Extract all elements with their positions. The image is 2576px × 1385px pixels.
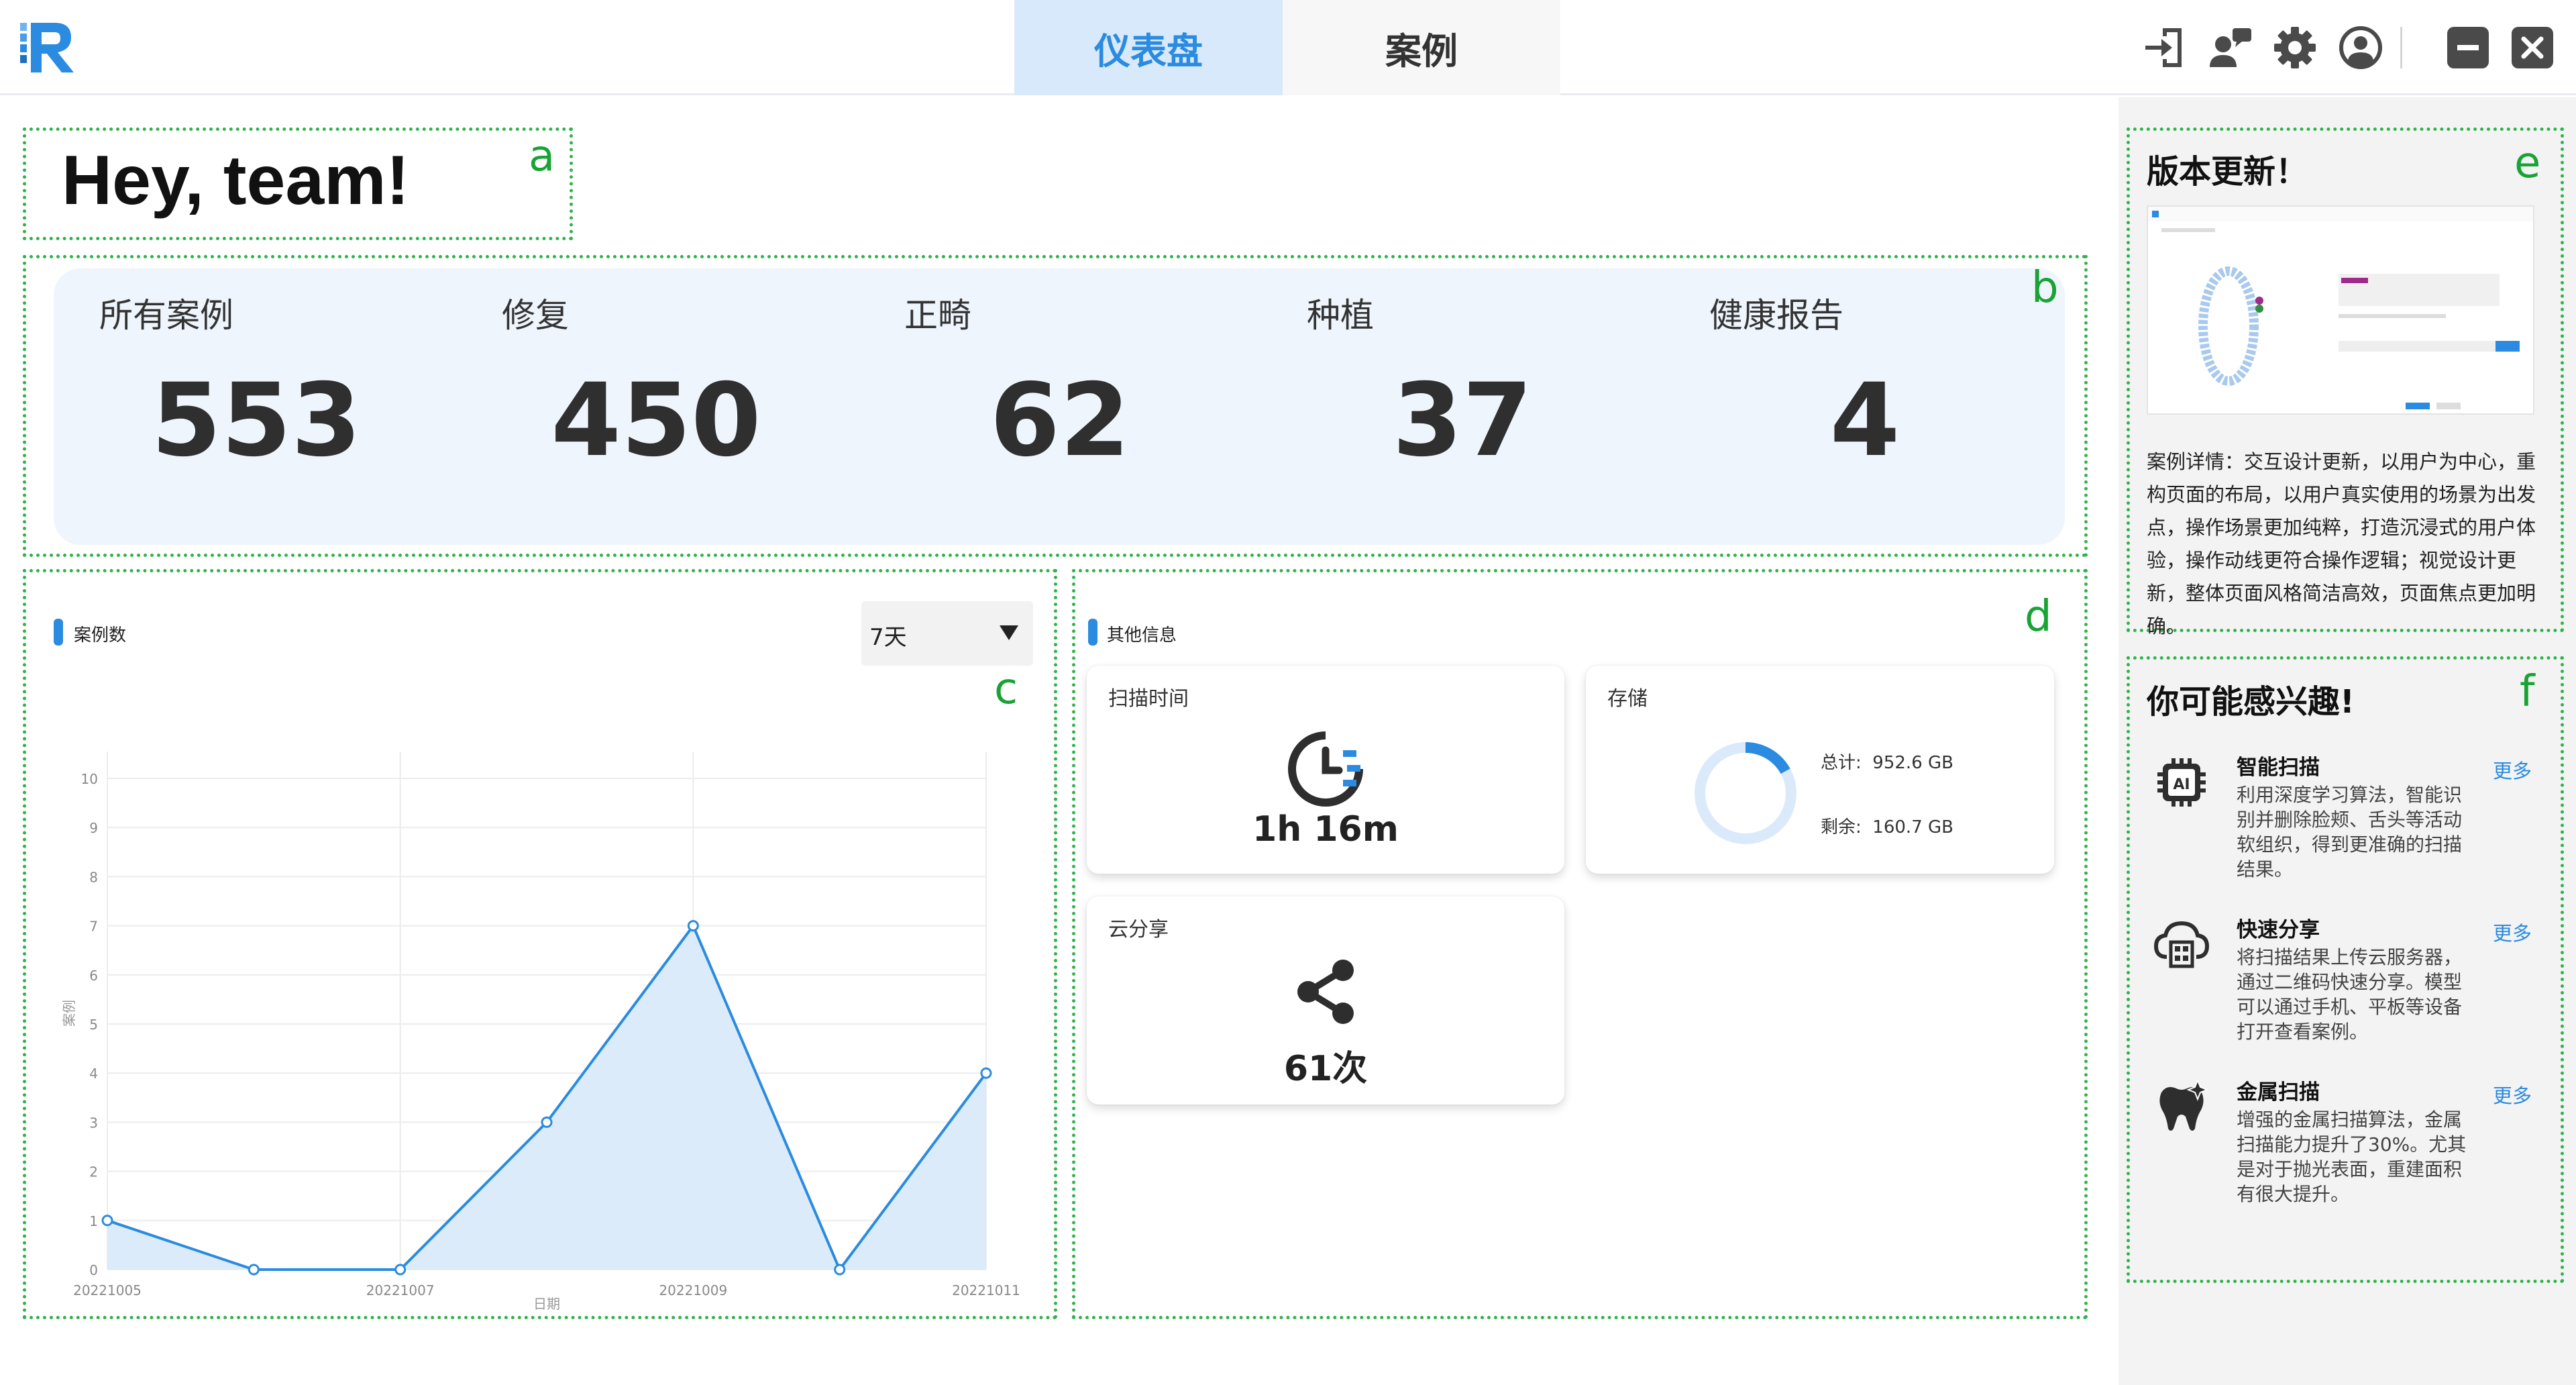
- chart-point: [248, 1264, 260, 1276]
- chart-point: [834, 1264, 846, 1276]
- chart-y-tick-label: 8: [89, 869, 98, 885]
- interest-title-metal-scan: 金属扫描: [2237, 1080, 2320, 1105]
- interest-more-quick-share[interactable]: 更多: [2493, 918, 2532, 946]
- panel-letter-f: f: [2520, 667, 2535, 717]
- share-icon: [1297, 960, 1354, 1024]
- storage-remain-label: 剩余:: [1821, 817, 1862, 837]
- storage-total-label: 总计:: [1821, 753, 1862, 773]
- storage-total-value: 952.6 GB: [1872, 753, 1953, 773]
- update-description: 案例详情：交互设计更新，以用户为中心，重构页面的布局，以用户真实使用的场景为出发…: [2147, 450, 2536, 637]
- scan-time-value: 1h 16m: [1252, 809, 1399, 850]
- storage-ring: [1695, 742, 1796, 844]
- chart-point: [101, 1215, 113, 1227]
- chart-point: [687, 920, 699, 932]
- panel-letter-e: e: [2514, 138, 2541, 188]
- update-title: 版本更新！: [2147, 153, 2308, 191]
- chart-y-tick-label: 7: [89, 919, 98, 935]
- chart-y-tick-label: 5: [89, 1017, 98, 1033]
- chart-y-tick-label: 0: [89, 1262, 98, 1278]
- interest-more-metal-scan[interactable]: 更多: [2493, 1080, 2532, 1109]
- chart-x-tick-label: 20221011: [952, 1282, 1020, 1298]
- interests-title: 你可能感兴趣!: [2147, 683, 2355, 721]
- storage-remain-value: 160.7 GB: [1872, 817, 1953, 837]
- interest-title-quick-share: 快速分享: [2237, 918, 2320, 942]
- cloud-share-title: 云分享: [1108, 918, 1169, 941]
- chart-y-tick-label: 4: [89, 1066, 98, 1082]
- chart-point: [980, 1067, 992, 1079]
- chart-x-axis-title: 日期: [533, 1296, 560, 1312]
- svg-text:AI: AI: [2173, 776, 2190, 793]
- interest-more-smart-scan[interactable]: 更多: [2493, 756, 2532, 784]
- clock-icon: [1288, 731, 1363, 807]
- chart-y-tick-label: 1: [89, 1213, 98, 1229]
- other-info-legend-marker: [1088, 619, 1097, 646]
- scan-time-title: 扫描时间: [1108, 687, 1189, 711]
- cloud-share-icon: [2153, 921, 2210, 968]
- interest-desc-metal-scan: 增强的金属扫描算法，金属扫描能力提升了30%。尤其是对于抛光表面，重建面积有很大…: [2237, 1109, 2467, 1205]
- panel-letter-d: d: [2025, 592, 2052, 642]
- chart-y-tick-label: 2: [89, 1164, 98, 1180]
- interest-title-smart-scan: 智能扫描: [2237, 756, 2320, 780]
- interest-desc-quick-share: 将扫描结果上传云服务器，通过二维码快速分享。模型可以通过手机、平板等设备打开查看…: [2237, 946, 2463, 1043]
- interest-desc-smart-scan: 利用深度学习算法，智能识别并删除脸颊、舌头等活动软组织，得到更准确的扫描结果。: [2237, 784, 2463, 880]
- chart-y-tick-label: 6: [89, 968, 98, 984]
- storage-title: 存储: [1607, 687, 1648, 711]
- chart-y-tick-label: 10: [81, 771, 98, 787]
- storage-card: [1586, 666, 2054, 874]
- chart-x-tick-label: 20221005: [73, 1282, 142, 1298]
- chart-x-tick-label: 20221009: [659, 1282, 727, 1298]
- chart-x-tick-label: 20221007: [366, 1282, 435, 1298]
- chart-y-tick-label: 3: [89, 1115, 98, 1131]
- ai-chip-icon: AI: [2157, 758, 2206, 807]
- chart-point: [541, 1116, 553, 1128]
- other-info-legend-label: 其他信息: [1107, 625, 1177, 646]
- cloud-share-value: 61次: [1283, 1049, 1368, 1089]
- chart-area-fill: [107, 925, 986, 1270]
- chart-y-axis-title: 案例: [61, 1000, 77, 1027]
- storage-remain: 剩余: 160.7 GB: [1821, 813, 1953, 838]
- metal-tooth-icon: [2159, 1078, 2209, 1131]
- chart-y-tick-label: 9: [89, 820, 98, 836]
- chart-point: [394, 1264, 407, 1276]
- update-preview-image[interactable]: [2147, 205, 2534, 415]
- storage-total: 总计: 952.6 GB: [1821, 749, 1953, 774]
